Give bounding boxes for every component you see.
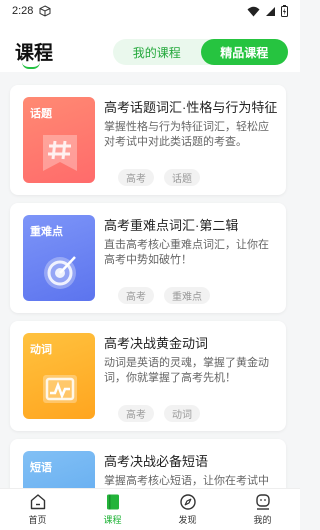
course-chips: 高考 重难点 (118, 287, 210, 304)
course-title: 高考话题词汇·性格与行为特征 (104, 100, 278, 115)
course-tag: 话题 (30, 108, 52, 120)
nav-courses-label: 课程 (103, 515, 122, 525)
chart-board-icon (43, 375, 77, 403)
book-icon (106, 494, 119, 510)
course-description: 直击高考核心重难点词汇，让你在高考中势如破竹！ (104, 239, 269, 266)
nav-discover[interactable]: 发现 (150, 489, 225, 530)
course-title: 高考重难点词汇·第二辑 (104, 218, 239, 233)
course-chip: 高考 (118, 287, 154, 304)
nav-discover-label: 发现 (178, 515, 197, 525)
course-thumbnail: 动词 (23, 333, 95, 419)
tab-my-courses[interactable]: 我的课程 (113, 39, 201, 65)
title-underline (22, 62, 40, 69)
course-chip: 高考 (118, 405, 154, 422)
nav-profile-label: 我的 (253, 515, 272, 525)
page-header: 课程 我的课程 精品课程 (0, 22, 300, 72)
course-thumbnail: 话题 (23, 97, 95, 183)
home-icon (30, 494, 45, 510)
course-tag: 重难点 (30, 226, 63, 238)
compass-icon (179, 494, 196, 510)
course-list: 话题 高考话题词汇·性格与行为特征 掌握性格与行为特征词汇，轻松应对考试中对此类… (0, 80, 300, 488)
signal-icon (266, 6, 275, 16)
tab-premium-courses[interactable]: 精品课程 (200, 39, 288, 65)
course-tag: 短语 (30, 462, 52, 474)
course-tabs: 我的课程 精品课程 (113, 39, 288, 65)
course-chip: 高考 (118, 169, 154, 186)
course-thumbnail: 短语 (23, 451, 95, 488)
battery-icon (281, 5, 288, 17)
nav-home-label: 首页 (28, 515, 47, 525)
bottom-nav: 首页 课程 发现 我的 (0, 488, 300, 530)
course-description: 动词是英语的灵魂，掌握了黄金动词，你就掌握了高考先机！ (104, 357, 269, 384)
nav-courses[interactable]: 课程 (75, 489, 150, 530)
course-tag: 动词 (30, 344, 52, 356)
hashtag-flag-icon (43, 135, 77, 171)
course-chips: 高考 动词 (118, 405, 200, 422)
course-chip: 重难点 (164, 287, 210, 304)
wifi-icon (247, 6, 260, 16)
page-title: 课程 (15, 43, 54, 64)
course-thumbnail: 重难点 (23, 215, 95, 301)
box-icon (39, 5, 51, 17)
status-time: 2:28 (12, 5, 34, 17)
course-description: 掌握性格与行为特征词汇，轻松应对考试中对此类话题的考查。 (104, 121, 269, 148)
course-chip: 话题 (164, 169, 200, 186)
course-title: 高考决战必备短语 (104, 454, 209, 469)
target-icon (44, 256, 76, 289)
nav-profile[interactable]: 我的 (225, 489, 300, 530)
course-card[interactable]: 重难点 高考重难点词汇·第二辑 直击高考核心重难点词汇，让你在高考中势如破竹！ … (10, 203, 286, 313)
user-icon (255, 494, 270, 510)
course-chips: 高考 话题 (118, 169, 200, 186)
course-card[interactable]: 话题 高考话题词汇·性格与行为特征 掌握性格与行为特征词汇，轻松应对考试中对此类… (10, 85, 286, 195)
course-description: 掌握高考核心短语，让你在考试中快 (104, 475, 269, 487)
status-bar: 2:28 (0, 0, 300, 22)
course-card[interactable]: 短语 高考决战必备短语 掌握高考核心短语，让你在考试中快 (10, 439, 286, 488)
course-chip: 动词 (164, 405, 200, 422)
course-title: 高考决战黄金动词 (104, 336, 209, 351)
nav-home[interactable]: 首页 (0, 489, 75, 530)
course-card[interactable]: 动词 高考决战黄金动词 动词是英语的灵魂，掌握了黄金动词，你就掌握了高考先机！ … (10, 321, 286, 431)
